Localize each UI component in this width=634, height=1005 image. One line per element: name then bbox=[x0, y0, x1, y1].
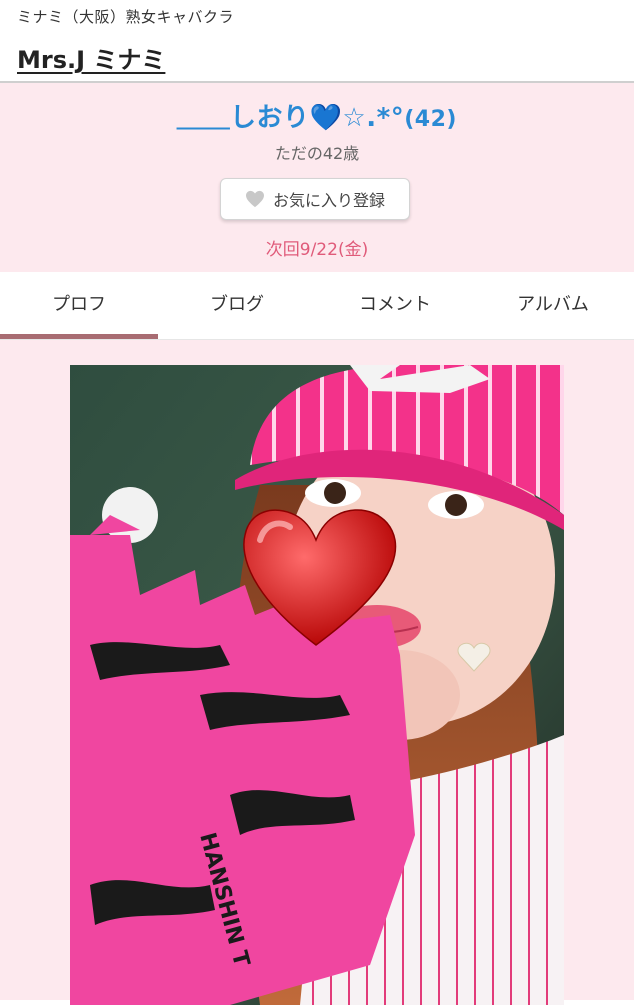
cast-name: ＿＿しおり💙☆.*°(42) bbox=[0, 97, 634, 134]
favorite-button[interactable]: お気に入り登録 bbox=[220, 178, 410, 220]
next-shift: 次回9/22(金) bbox=[265, 240, 369, 260]
heart-icon bbox=[245, 190, 264, 208]
tab-album[interactable]: アルバム bbox=[474, 290, 632, 316]
shop-name-link[interactable]: Mrs.J ミナミ bbox=[17, 40, 165, 75]
cast-photo-illustration: HANSHIN T bbox=[70, 365, 564, 1005]
profile-section: ＿＿しおり💙☆.*°(42) ただの42歳 お気に入り登録 次回9/22(金) bbox=[0, 83, 634, 272]
favorite-label: お気に入り登録 bbox=[272, 191, 385, 210]
site-header: ミナミ（大阪）熟女キャバクラ Mrs.J ミナミ bbox=[0, 0, 634, 82]
cast-catchphrase: ただの42歳 bbox=[274, 144, 360, 163]
cast-age-number: (42) bbox=[404, 107, 457, 132]
area-category: ミナミ（大阪）熟女キャバクラ bbox=[17, 8, 235, 26]
photo-gallery: HANSHIN T bbox=[0, 340, 634, 1005]
tab-bar: プロフ ブログ コメント アルバム bbox=[0, 272, 634, 340]
tab-blog[interactable]: ブログ bbox=[158, 290, 316, 316]
cast-name-text: ＿＿しおり💙☆.*° bbox=[177, 103, 405, 133]
tab-comment[interactable]: コメント bbox=[316, 290, 474, 316]
cast-photo[interactable]: HANSHIN T bbox=[70, 365, 564, 1005]
tab-profile[interactable]: プロフ bbox=[0, 290, 158, 316]
